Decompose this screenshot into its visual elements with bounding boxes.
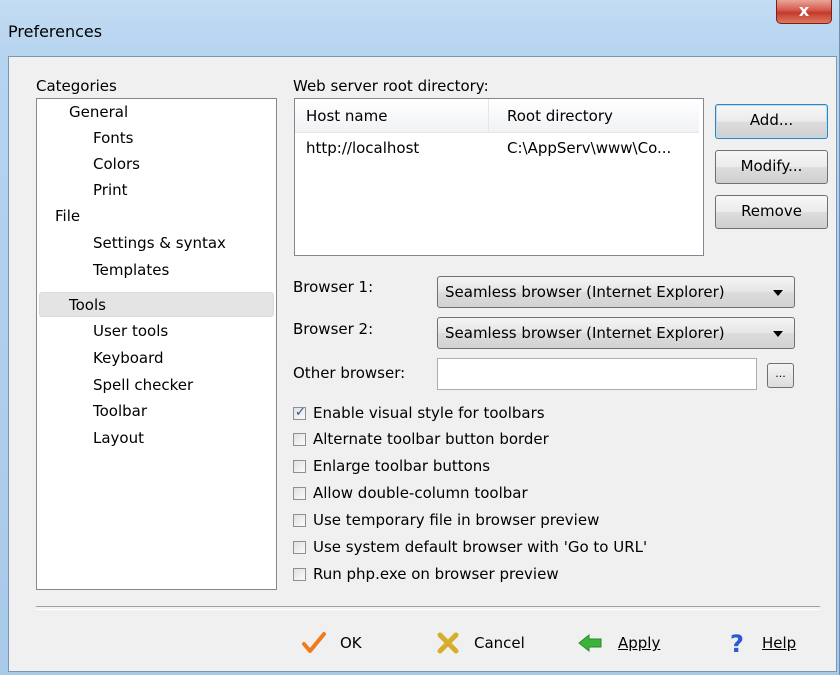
checkbox[interactable] xyxy=(293,460,306,473)
x-cross-icon xyxy=(437,632,459,654)
preferences-window: Preferences x Categories General Fonts C… xyxy=(0,0,840,675)
checkbox[interactable] xyxy=(293,433,306,446)
other-browser-input[interactable] xyxy=(437,358,757,390)
option-label: Use temporary file in browser preview xyxy=(313,511,600,529)
checkbox[interactable] xyxy=(293,568,306,581)
category-user-tools[interactable]: User tools xyxy=(93,320,168,342)
apply-label: Apply xyxy=(618,634,661,652)
checkbox[interactable] xyxy=(293,514,306,527)
category-colors[interactable]: Colors xyxy=(93,153,140,175)
browser1-select[interactable]: Seamless browser (Internet Explorer) xyxy=(437,276,795,308)
chevron-down-icon xyxy=(773,331,783,337)
cancel-label: Cancel xyxy=(474,634,525,652)
dialog-client-area: Categories General Fonts Colors Print Fi… xyxy=(8,56,837,672)
browser2-value: Seamless browser (Internet Explorer) xyxy=(445,324,725,342)
checkbox[interactable] xyxy=(293,487,306,500)
column-root-directory[interactable]: Root directory xyxy=(507,107,613,125)
footer-separator xyxy=(36,606,820,610)
option-label: Alternate toolbar button border xyxy=(313,430,549,448)
svg-text:?: ? xyxy=(730,630,744,657)
left-arrow-icon xyxy=(578,633,602,653)
browse-button[interactable]: ... xyxy=(767,363,794,388)
category-general[interactable]: General xyxy=(69,101,128,123)
close-button[interactable]: x xyxy=(776,0,832,24)
row-root: C:\AppServ\www\Co... xyxy=(507,139,672,157)
remove-button[interactable]: Remove xyxy=(715,195,828,229)
category-spell-checker[interactable]: Spell checker xyxy=(93,374,193,396)
apply-button[interactable]: Apply xyxy=(576,629,676,659)
close-icon: x xyxy=(798,1,810,20)
category-layout[interactable]: Layout xyxy=(93,427,144,449)
checkbox[interactable]: ✓ xyxy=(293,405,306,420)
title-bar[interactable]: Preferences x xyxy=(0,0,840,56)
add-button[interactable]: Add... xyxy=(715,104,828,139)
column-divider[interactable] xyxy=(488,99,489,132)
option-label: Allow double-column toolbar xyxy=(313,484,528,502)
browser2-label: Browser 2: xyxy=(293,320,374,338)
ok-label: OK xyxy=(340,634,362,652)
column-host-name[interactable]: Host name xyxy=(306,107,387,125)
category-fonts[interactable]: Fonts xyxy=(93,127,133,149)
category-keyboard[interactable]: Keyboard xyxy=(93,347,164,369)
categories-tree[interactable]: General Fonts Colors Print File Settings… xyxy=(36,98,277,590)
other-browser-label: Other browser: xyxy=(293,364,406,382)
chevron-down-icon xyxy=(773,290,783,296)
checkmark-icon: ✓ xyxy=(295,405,306,420)
category-templates[interactable]: Templates xyxy=(93,259,169,281)
option-label: Run php.exe on browser preview xyxy=(313,565,559,583)
question-mark-icon: ? xyxy=(730,630,744,657)
category-toolbar[interactable]: Toolbar xyxy=(93,400,147,422)
category-settings-syntax[interactable]: Settings & syntax xyxy=(93,232,226,254)
cancel-button[interactable]: Cancel xyxy=(434,629,544,659)
checkmark-icon xyxy=(302,632,326,653)
row-host: http://localhost xyxy=(306,139,420,157)
categories-label: Categories xyxy=(36,77,117,95)
category-tools[interactable]: Tools xyxy=(69,294,106,316)
ok-button[interactable]: OK xyxy=(300,629,390,659)
option-label: Use system default browser with 'Go to U… xyxy=(313,538,648,556)
window-title: Preferences xyxy=(8,22,103,41)
browser1-label: Browser 1: xyxy=(293,278,374,296)
category-file[interactable]: File xyxy=(55,205,80,227)
help-button[interactable]: ? Help xyxy=(724,629,814,659)
modify-button[interactable]: Modify... xyxy=(715,150,828,184)
category-print[interactable]: Print xyxy=(93,179,128,201)
browser2-select[interactable]: Seamless browser (Internet Explorer) xyxy=(437,317,795,349)
option-label: Enlarge toolbar buttons xyxy=(313,457,491,475)
server-list-header: Host name Root directory xyxy=(295,99,699,133)
server-root-label: Web server root directory: xyxy=(293,77,489,95)
browser1-value: Seamless browser (Internet Explorer) xyxy=(445,283,725,301)
option-label: Enable visual style for toolbars xyxy=(313,404,545,422)
checkbox[interactable] xyxy=(293,541,306,554)
server-list[interactable]: Host name Root directory http://localhos… xyxy=(294,98,704,256)
help-label: Help xyxy=(762,634,797,652)
